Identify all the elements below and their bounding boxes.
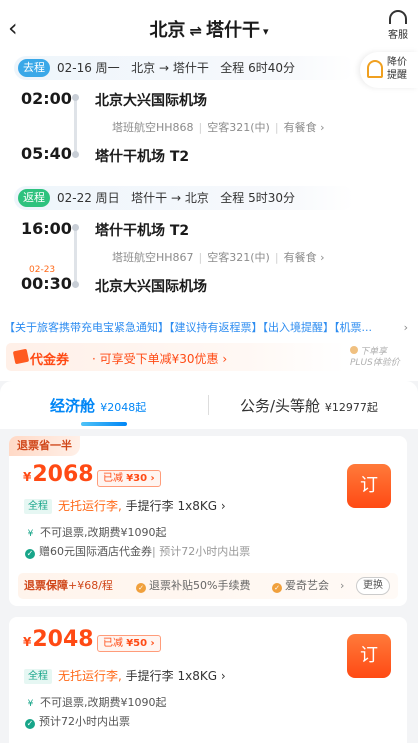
notice-ticker[interactable]: 【关于旅客携带充电宝紧急通知】【建议持有返程票】【出入境提醒】【机票... › xyxy=(0,317,418,339)
discount-badge[interactable]: 已减 ¥50 › xyxy=(97,635,161,652)
return-depart-airport: 塔什干机场 T2 xyxy=(95,223,190,239)
check-icon: ✓ xyxy=(25,549,35,559)
outbound-route: 北京 → 塔什干 xyxy=(131,61,209,75)
price-alert-button[interactable]: 降价提醒 xyxy=(360,52,418,88)
offer-price: ¥2068 xyxy=(23,462,94,487)
plus-line1: 下单享 xyxy=(350,346,400,358)
refund-rule: ¥ 不可退票,改期费¥1090起 xyxy=(25,694,167,710)
yen-icon: ¥ xyxy=(27,699,34,709)
return-info: 02-22 周日 塔什干 → 北京 全程 5时30分 xyxy=(57,190,295,206)
outbound-depart-time: 02:00 xyxy=(21,89,72,108)
gift-row: ✓ 赠60元国际酒店代金券| 预计72小时内出票 xyxy=(25,545,251,559)
no-checked-baggage: 无托运行李, xyxy=(58,669,122,683)
book-button[interactable]: 订 xyxy=(347,634,391,678)
chevron-right-icon: › xyxy=(340,579,345,592)
notice-text: 【关于旅客携带充电宝紧急通知】【建议持有返程票】【出入境提醒】【机票... xyxy=(4,321,372,334)
coupon-banner[interactable]: 代金券 · 可享受下单减¥30优惠 › xyxy=(6,343,346,371)
return-aircraft: 空客321(中) xyxy=(207,251,270,264)
bell-icon xyxy=(367,60,383,78)
discount-badge[interactable]: 已减 ¥30 › xyxy=(97,470,161,487)
carry-on-baggage: 手提行李 1x8KG › xyxy=(125,669,226,683)
outbound-depart-airport: 北京大兴国际机场 xyxy=(95,93,207,109)
outbound-arrive-time: 05:40 xyxy=(21,144,72,163)
tab-divider xyxy=(208,395,209,415)
offer-price: ¥2048 xyxy=(23,627,94,652)
return-duration: 全程 5时30分 xyxy=(220,191,296,205)
return-timeline xyxy=(72,224,79,288)
check-icon: ✓ xyxy=(272,583,282,593)
coupon-icon xyxy=(12,348,30,365)
check-icon: ✓ xyxy=(136,583,146,593)
cabin-section: 经济舱 ¥2048起 公务/头等舱 ¥12977起 退票省一半 ¥2068 已减… xyxy=(0,381,418,743)
check-icon: ✓ xyxy=(25,719,35,729)
route-title[interactable]: 北京 ⇌ 塔什干 ▾ xyxy=(0,16,418,42)
yen-icon: ¥ xyxy=(27,529,34,539)
outbound-tag: 去程 xyxy=(18,59,50,77)
outbound-date: 02-16 周一 xyxy=(57,61,120,75)
swap-icon: ⇌ xyxy=(189,22,203,40)
protection-item-1: ✓ 退票补贴50%手续费 xyxy=(136,573,250,599)
top-bar: ‹ 北京 ⇌ 塔什干 ▾ 客服 xyxy=(0,0,418,56)
destination-city: 塔什干 xyxy=(206,20,261,41)
refund-rule: ¥ 不可退票,改期费¥1090起 xyxy=(25,524,167,540)
coupon-desc: · 可享受下单减¥30优惠 › xyxy=(92,352,228,366)
refund-protection-bar[interactable]: 退票保障+¥68/程 ✓ 退票补贴50%手续费 ✓ 爱奇艺会 › 更换 xyxy=(18,573,398,599)
customer-service-button[interactable]: 客服 xyxy=(386,10,410,41)
tab-business-first[interactable]: 公务/头等舱 ¥12977起 xyxy=(240,395,378,416)
return-tag: 返程 xyxy=(18,189,50,207)
headset-icon xyxy=(389,10,407,24)
return-arrive-time: 00:30 xyxy=(21,274,72,293)
fare-offer-card[interactable]: 退票省一半 ¥2068 已减 ¥30 › 订 全程 无托运行李, 手提行李 1x8… xyxy=(9,436,407,606)
scope-label: 全程 xyxy=(24,669,52,684)
origin-city: 北京 xyxy=(149,20,186,41)
outbound-summary: 去程 02-16 周一 北京 → 塔什干 全程 6时40分 xyxy=(14,56,354,80)
outbound-aircraft: 空客321(中) xyxy=(207,121,270,134)
caret-down-icon: ▾ xyxy=(263,24,269,38)
return-date: 02-22 周日 xyxy=(57,191,120,205)
plus-icon xyxy=(350,346,358,354)
return-flight-number: 塔班航空HH867 xyxy=(112,251,194,264)
change-protection-button[interactable]: 更换 xyxy=(356,577,390,595)
offer-ribbon: 退票省一半 xyxy=(9,436,80,456)
chevron-right-icon: › xyxy=(403,321,408,334)
outbound-flight-info[interactable]: 塔班航空HH868 | 空客321(中) | 有餐食 › xyxy=(112,119,324,135)
outbound-arrive-airport: 塔什干机场 T2 xyxy=(95,149,190,165)
outbound-flight-number: 塔班航空HH868 xyxy=(112,121,194,134)
baggage-row[interactable]: 全程 无托运行李, 手提行李 1x8KG › xyxy=(24,667,226,684)
protection-title: 退票保障+¥68/程 xyxy=(24,579,113,592)
tab-economy[interactable]: 经济舱 ¥2048起 xyxy=(50,395,146,416)
return-route: 塔什干 → 北京 xyxy=(131,191,209,205)
return-summary: 返程 02-22 周日 塔什干 → 北京 全程 5时30分 xyxy=(14,186,354,210)
plus-promo[interactable]: 下单享 PLUS体验价 xyxy=(350,346,400,369)
return-meal: 有餐食 xyxy=(283,251,317,264)
protection-item-2: ✓ 爱奇艺会 xyxy=(272,573,329,599)
scope-label: 全程 xyxy=(24,499,52,514)
outbound-duration: 全程 6时40分 xyxy=(220,61,296,75)
baggage-row[interactable]: 全程 无托运行李, 手提行李 1x8KG › xyxy=(24,497,226,514)
no-checked-baggage: 无托运行李, xyxy=(58,499,122,513)
tab-economy-price: ¥2048起 xyxy=(100,401,147,414)
cabin-tabs: 经济舱 ¥2048起 公务/头等舱 ¥12977起 xyxy=(0,381,418,429)
book-button[interactable]: 订 xyxy=(347,464,391,508)
carry-on-baggage: 手提行李 1x8KG › xyxy=(125,499,226,513)
coupon-title: 代金券 xyxy=(30,353,70,368)
active-tab-indicator xyxy=(81,422,127,426)
return-depart-time: 16:00 xyxy=(21,219,72,238)
outbound-meal: 有餐食 xyxy=(283,121,317,134)
plus-line2: PLUS体验价 xyxy=(350,358,400,368)
price-alert-label: 降价提醒 xyxy=(387,57,407,81)
ticketing-row: ✓ 预计72小时内出票 xyxy=(25,715,130,729)
outbound-timeline xyxy=(72,94,79,158)
service-label: 客服 xyxy=(388,30,408,41)
tab-business-price: ¥12977起 xyxy=(324,401,378,414)
outbound-info: 02-16 周一 北京 → 塔什干 全程 6时40分 xyxy=(57,60,295,76)
fare-offer-card[interactable]: ¥2048 已减 ¥50 › 订 全程 无托运行李, 手提行李 1x8KG › ¥… xyxy=(9,617,407,743)
return-flight-info[interactable]: 塔班航空HH867 | 空客321(中) | 有餐食 › xyxy=(112,249,324,265)
return-arrive-airport: 北京大兴国际机场 xyxy=(95,279,207,295)
